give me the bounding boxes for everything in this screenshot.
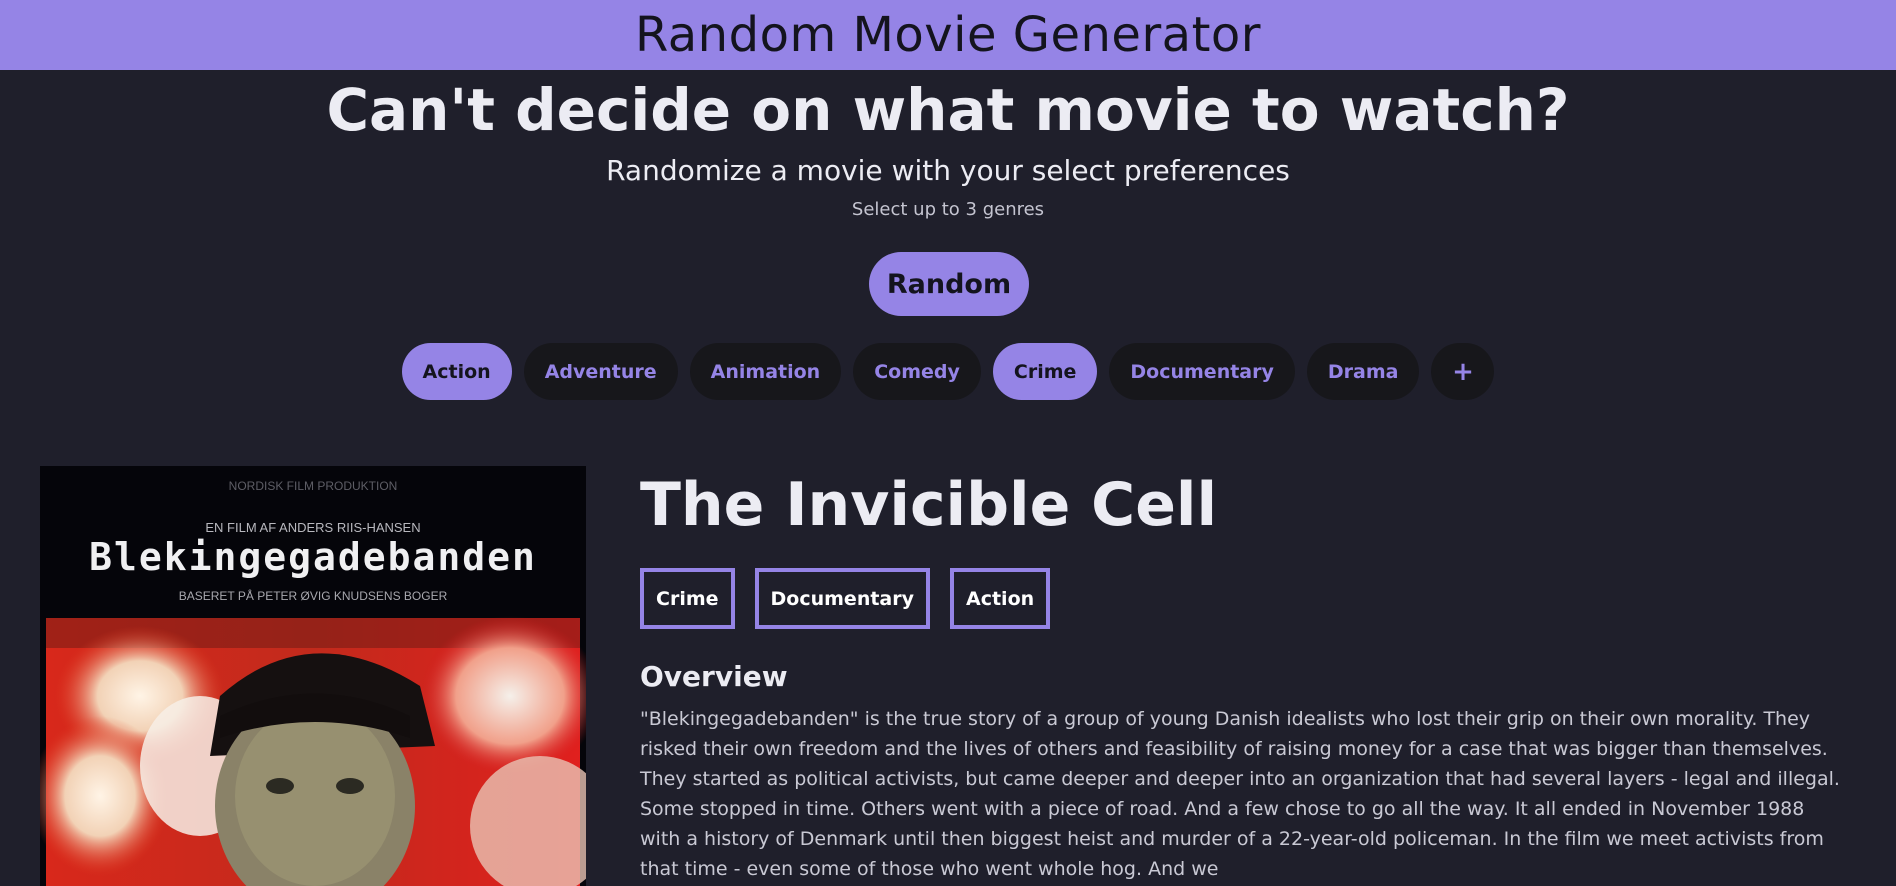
app-header: Random Movie Generator [0,0,1896,70]
overview-text: "Blekingegadebanden" is the true story o… [640,708,1840,880]
app-title: Random Movie Generator [634,7,1262,63]
hero-title: Can't decide on what movie to watch? [326,76,1570,144]
poster-title-text: Blekingegadebanden [89,535,537,579]
poster-credit-text: NORDISK FILM PRODUKTION [229,479,398,493]
genre-chip-comedy[interactable]: Comedy [853,343,981,400]
overview-heading: Overview [640,660,788,693]
movie-tag-documentary: Documentary [754,568,930,629]
poster-director-text: EN FILM AF ANDERS RIIS-HANSEN [205,520,420,535]
random-button[interactable]: Random [869,252,1029,316]
genre-hint: Select up to 3 genres [851,199,1045,220]
movie-title: The Invicible Cell [640,470,1218,540]
movie-tag-action: Action [950,568,1051,629]
genre-selector: Action Adventure Animation Comedy Crime … [0,343,1896,400]
movie-genre-tags: Crime Documentary Action [640,568,1051,629]
genre-chip-documentary[interactable]: Documentary [1109,343,1295,400]
genre-chip-animation[interactable]: Animation [689,343,842,400]
movie-tag-crime: Crime [640,568,735,629]
genre-chip-action[interactable]: Action [401,343,512,400]
genre-chip-crime[interactable]: Crime [992,343,1098,400]
more-genres-button[interactable]: + [1431,343,1495,400]
genre-chip-drama[interactable]: Drama [1306,343,1420,400]
genre-chip-adventure[interactable]: Adventure [523,343,678,400]
movie-poster: NORDISK FILM PRODUKTION EN FILM AF ANDER… [40,466,586,886]
poster-based-on-text: BASERET PÅ PETER ØVIG KNUDSENS BOGER [179,588,448,603]
hero-subtitle: Randomize a movie with your select prefe… [606,154,1290,187]
